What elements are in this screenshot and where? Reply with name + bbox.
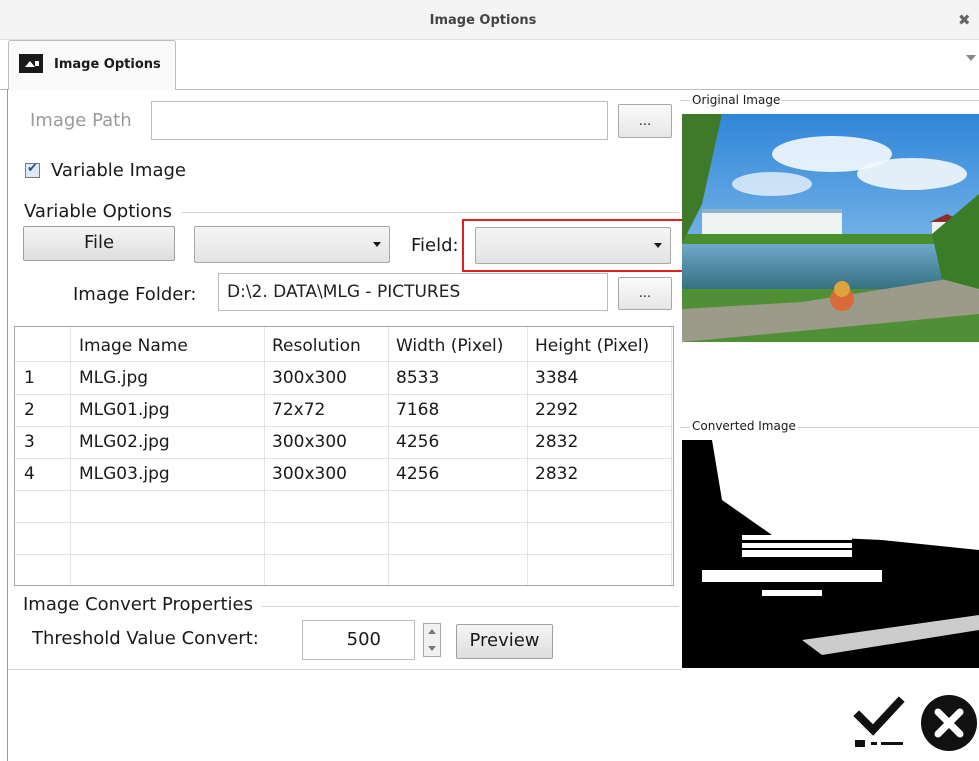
grid-line xyxy=(15,490,673,491)
tab-label: Image Options xyxy=(54,57,161,72)
resolution-cell[interactable]: 300x300 xyxy=(272,432,347,452)
height-cell[interactable]: 2292 xyxy=(535,400,578,420)
row-index[interactable]: 2 xyxy=(24,400,35,420)
grid-line xyxy=(264,327,265,585)
image-path-browse-button[interactable]: ... xyxy=(618,104,672,138)
close-icon[interactable]: ✖ xyxy=(958,11,978,31)
original-image-label: Original Image xyxy=(690,93,783,107)
image-folder-browse-button[interactable]: ... xyxy=(618,277,672,310)
group-divider xyxy=(182,212,679,213)
row-index[interactable]: 1 xyxy=(24,368,35,388)
width-cell[interactable]: 4256 xyxy=(396,464,439,484)
chevron-down-icon xyxy=(654,243,662,248)
width-cell[interactable]: 7168 xyxy=(396,400,439,420)
image-name-cell[interactable]: MLG02.jpg xyxy=(79,432,170,452)
field-select[interactable] xyxy=(475,227,671,264)
converted-image xyxy=(682,440,979,668)
image-convert-properties-title: Image Convert Properties xyxy=(23,594,253,615)
grid-line xyxy=(388,327,389,585)
grid-line xyxy=(527,327,528,585)
checkmark-icon xyxy=(853,696,905,747)
image-name-cell[interactable]: MLG01.jpg xyxy=(79,400,170,420)
group-divider xyxy=(262,606,679,607)
column-header-image-name[interactable]: Image Name xyxy=(79,336,188,356)
grid-line xyxy=(15,426,673,427)
close-circle-icon xyxy=(921,695,977,751)
panel-border xyxy=(7,89,8,761)
chevron-down-icon xyxy=(373,242,381,247)
threshold-label: Threshold Value Convert: xyxy=(32,628,259,649)
image-folder-label: Image Folder: xyxy=(73,284,197,305)
image-icon xyxy=(19,54,43,73)
cancel-button[interactable] xyxy=(918,693,979,753)
variable-options-title: Variable Options xyxy=(24,201,173,222)
grid-line xyxy=(15,554,673,555)
field-label: Field: xyxy=(411,235,459,256)
chevron-up-icon[interactable] xyxy=(428,629,436,634)
resolution-cell[interactable]: 72x72 xyxy=(272,400,325,420)
grid-line xyxy=(15,458,673,459)
image-folder-input[interactable]: D:\2. DATA\MLG - PICTURES xyxy=(218,273,608,311)
image-grid[interactable]: Image Name Resolution Width (Pixel) Heig… xyxy=(14,326,674,586)
threshold-stepper[interactable] xyxy=(423,623,441,657)
file-button[interactable]: File xyxy=(23,226,175,261)
height-cell[interactable]: 2832 xyxy=(535,432,578,452)
chevron-down-icon[interactable] xyxy=(428,646,436,651)
grid-line xyxy=(15,394,673,395)
tab-image-options[interactable]: Image Options xyxy=(8,40,176,90)
width-cell[interactable]: 4256 xyxy=(396,432,439,452)
image-path-input[interactable] xyxy=(151,101,608,140)
ok-button[interactable] xyxy=(849,692,909,752)
window-title: Image Options xyxy=(429,13,537,28)
image-name-cell[interactable]: MLG03.jpg xyxy=(79,464,170,484)
grid-line xyxy=(15,522,673,523)
threshold-input[interactable]: 500 xyxy=(302,620,415,660)
column-header-resolution[interactable]: Resolution xyxy=(272,336,361,356)
tab-divider xyxy=(176,89,979,90)
column-header-height[interactable]: Height (Pixel) xyxy=(535,336,649,356)
resolution-cell[interactable]: 300x300 xyxy=(272,368,347,388)
preview-button[interactable]: Preview xyxy=(456,624,553,659)
variable-image-checkbox[interactable] xyxy=(25,161,40,178)
grid-line xyxy=(70,327,71,585)
row-index[interactable]: 3 xyxy=(24,432,35,452)
original-image xyxy=(682,114,979,342)
resolution-cell[interactable]: 300x300 xyxy=(272,464,347,484)
image-path-label: Image Path xyxy=(30,110,132,131)
image-name-cell[interactable]: MLG.jpg xyxy=(79,368,148,388)
width-cell[interactable]: 8533 xyxy=(396,368,439,388)
converted-image-label: Converted Image xyxy=(690,419,798,433)
grid-line xyxy=(15,361,673,362)
row-index[interactable]: 4 xyxy=(24,464,35,484)
file-select[interactable] xyxy=(194,226,390,263)
height-cell[interactable]: 3384 xyxy=(535,368,578,388)
height-cell[interactable]: 2832 xyxy=(535,464,578,484)
grid-line xyxy=(671,327,672,585)
chevron-down-icon[interactable] xyxy=(966,55,976,61)
variable-image-label[interactable]: Variable Image xyxy=(51,160,186,181)
panel-divider xyxy=(8,669,682,670)
column-header-width[interactable]: Width (Pixel) xyxy=(396,336,503,356)
